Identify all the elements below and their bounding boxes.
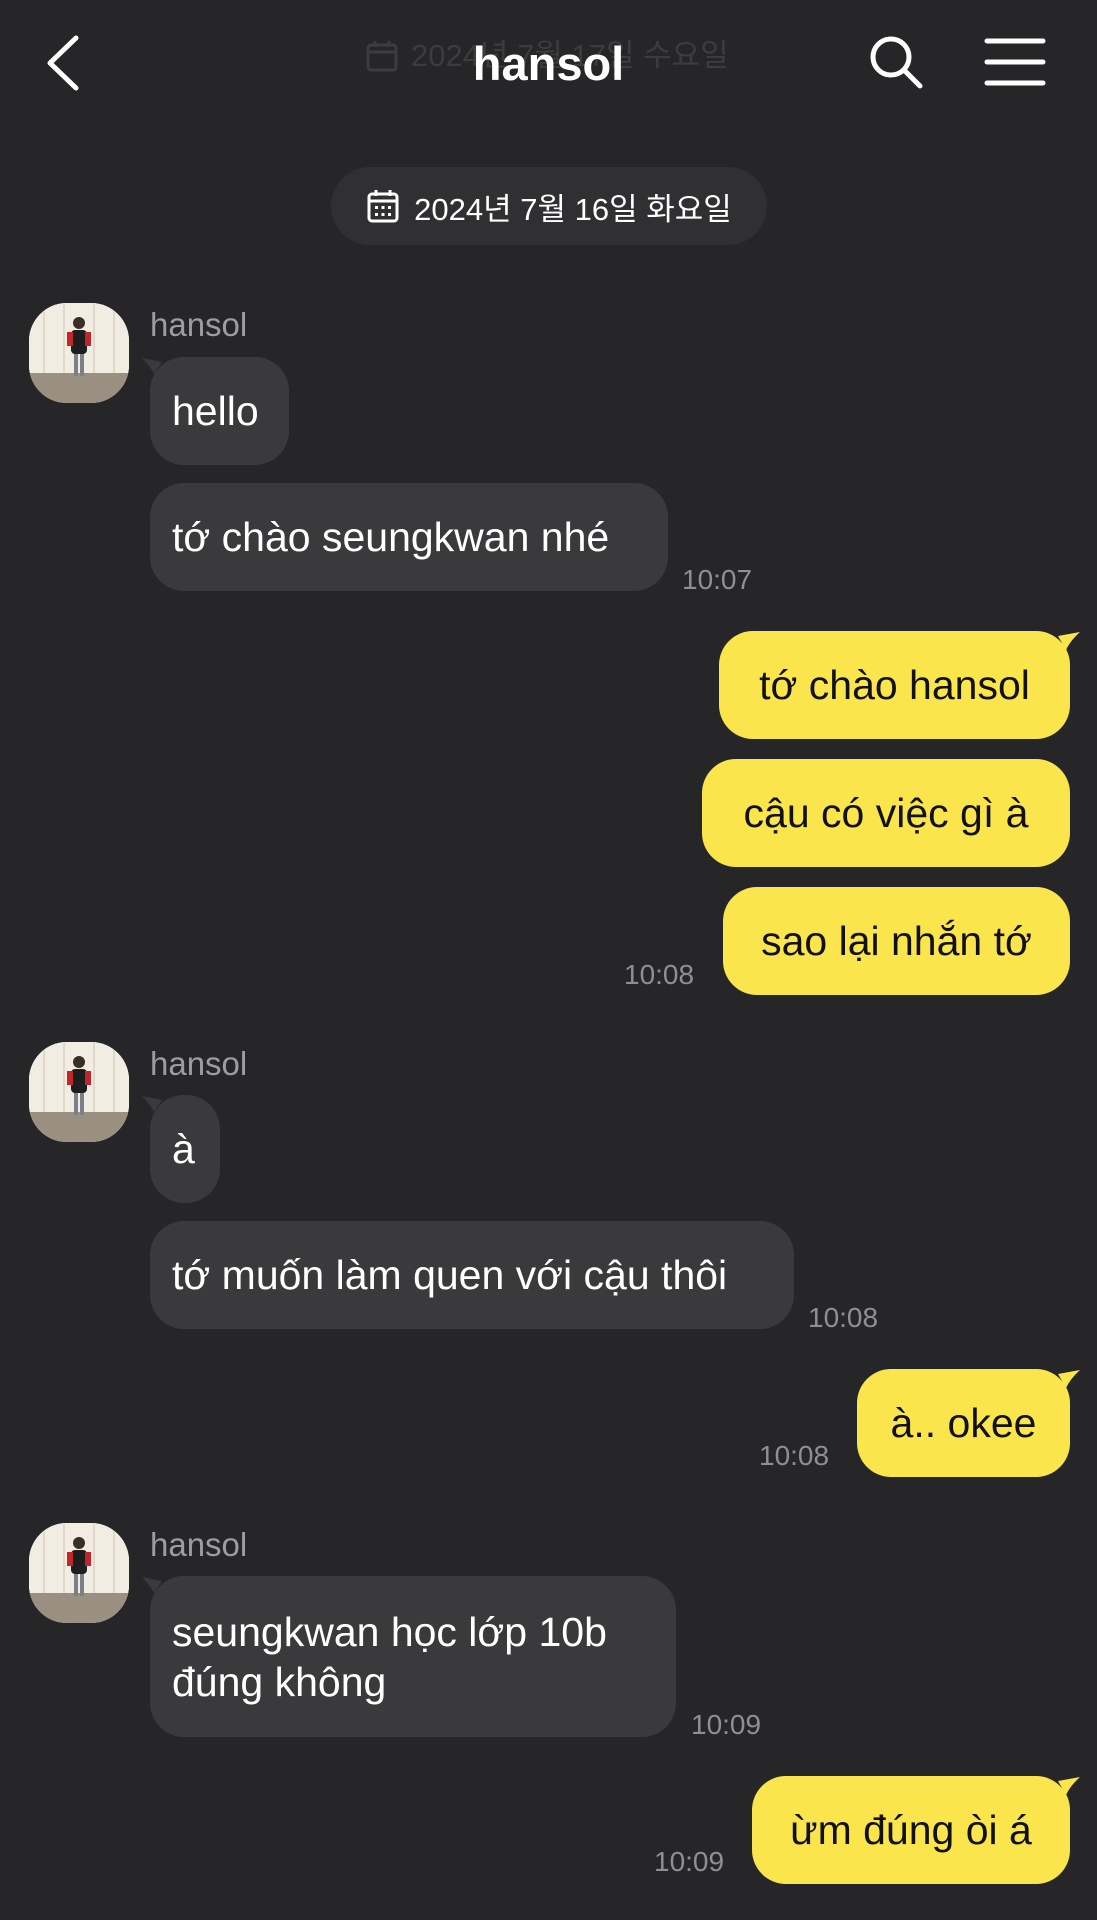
message-text: tớ chào seungkwan nhé: [172, 514, 610, 560]
message-time: 10:08: [624, 959, 695, 990]
message-time: 10:09: [654, 1846, 725, 1877]
menu-button[interactable]: [984, 36, 1046, 88]
profile-photo: [29, 303, 129, 403]
message-text: tớ chào hansol: [759, 662, 1030, 708]
bubble-tail: [1058, 1370, 1080, 1388]
message-bubble[interactable]: seungkwan học lớp 10b đúng không: [150, 1576, 676, 1737]
date-divider-text: 2024년 7월 16일 화요일: [414, 191, 732, 227]
bubble-tail: [1058, 1777, 1080, 1795]
profile-photo: [29, 1042, 129, 1142]
message-bubble[interactable]: cậu có việc gì à: [702, 759, 1070, 867]
avatar[interactable]: [29, 303, 129, 403]
calendar-icon: [367, 190, 399, 223]
avatar[interactable]: [29, 1042, 129, 1142]
message-text: sao lại nhắn tớ: [761, 918, 1032, 964]
message-text-line: seungkwan học lớp 10b: [172, 1608, 607, 1655]
search-button[interactable]: [866, 32, 926, 92]
message-time: 10:09: [691, 1709, 762, 1740]
sender-name: hansol: [150, 306, 248, 343]
message-time: 10:07: [682, 564, 753, 595]
message-text: à: [172, 1126, 195, 1172]
message-text: hello: [172, 388, 259, 434]
message-bubble[interactable]: hello: [150, 357, 289, 465]
message-bubble[interactable]: tớ chào hansol: [719, 631, 1070, 739]
message-text: cậu có việc gì à: [743, 790, 1029, 836]
message-bubble[interactable]: tớ muốn làm quen với cậu thôi: [150, 1221, 794, 1329]
message-bubble[interactable]: ừm đúng òi á: [752, 1776, 1070, 1884]
sender-name: hansol: [150, 1526, 248, 1563]
profile-photo: [29, 1523, 129, 1623]
message-text: ừm đúng òi á: [790, 1807, 1032, 1853]
bubble-tail: [1058, 632, 1080, 650]
chat-header: 2024년 7월 17일 수요일 hansol: [0, 0, 1097, 130]
message-time: 10:08: [808, 1302, 879, 1333]
message-text: à.. okee: [890, 1400, 1037, 1446]
message-bubble[interactable]: à.. okee: [857, 1369, 1070, 1477]
message-bubble[interactable]: à: [150, 1095, 220, 1203]
chat-title: hansol: [472, 37, 625, 90]
avatar[interactable]: [29, 1523, 129, 1623]
sender-name: hansol: [150, 1045, 248, 1082]
message-bubble[interactable]: sao lại nhắn tớ: [723, 887, 1070, 995]
message-text-line: đúng không: [172, 1658, 387, 1705]
search-icon: [870, 36, 923, 89]
message-text: tớ muốn làm quen với cậu thôi: [172, 1252, 728, 1298]
message-time: 10:08: [759, 1440, 830, 1471]
date-divider: 2024년 7월 16일 화요일: [331, 167, 767, 245]
hamburger-menu-icon: [984, 38, 1046, 86]
message-bubble[interactable]: tớ chào seungkwan nhé: [150, 483, 668, 591]
